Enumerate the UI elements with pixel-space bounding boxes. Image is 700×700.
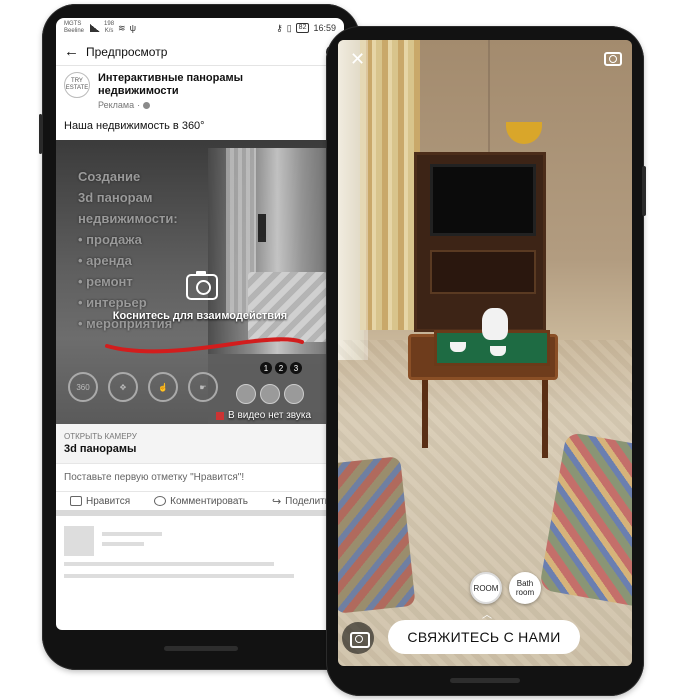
likes-prompt: Поставьте первую отметку "Нравится"!	[56, 464, 344, 492]
vibrate-icon: ▯	[286, 22, 292, 33]
slide-pager: 1 2 3	[260, 362, 302, 374]
advertiser-name[interactable]: Интерактивные панорамы недвижимости	[98, 72, 268, 98]
room-preview-image	[208, 148, 334, 424]
pinch-icon: ☝	[148, 372, 178, 402]
selected-scene-caret-icon: ︿	[482, 610, 492, 621]
wifi-icon: ≋	[118, 22, 126, 33]
right-phone: ✕ ROOM Bath room ︿ СВЯЖИТЕСЬ С НАМИ	[326, 26, 646, 696]
mute-icon	[216, 411, 224, 420]
try-estate-badge	[260, 384, 280, 404]
cta-title: 3d панорамы	[64, 443, 137, 455]
move-icon: ✥	[108, 372, 138, 402]
key-icon: ⚷	[276, 22, 283, 33]
scene-room-button[interactable]: ROOM	[470, 572, 502, 604]
tv-set	[430, 164, 536, 236]
pager-dot[interactable]: 3	[290, 362, 302, 374]
status-right: ⚷ ▯ 82 16:59	[276, 23, 336, 34]
cta-bar[interactable]: ОТКРЫТЬ КАМЕРУ 3d панорамы	[56, 424, 344, 464]
ad-preview-screen: MGTS Beeline 198 K/s ≋ ψ ⚷ ▯ 82 16:59 ← …	[56, 18, 344, 630]
red-swoosh-decoration	[105, 337, 304, 354]
ar-camera-screen: ✕ ROOM Bath room ︿ СВЯЖИТЕСЬ С НАМИ	[338, 40, 632, 666]
no-sound-notice: В видео нет звука	[216, 410, 311, 421]
network-indicators: 198 K/s ≋ ψ	[90, 21, 136, 35]
usb-icon: ψ	[129, 23, 136, 33]
thumbs-up-icon	[70, 496, 82, 506]
panorama-media[interactable]: Создание 3d панорам недвижимости: • прод…	[56, 140, 344, 424]
cta-kicker: ОТКРЫТЬ КАМЕРУ	[64, 432, 137, 441]
app-header: ← Предпросмотр	[56, 38, 344, 66]
loading-placeholder	[56, 516, 344, 588]
like-button[interactable]: Нравится	[70, 496, 130, 507]
network-speed: 198 K/s	[104, 21, 115, 34]
camera-icon[interactable]	[186, 271, 218, 300]
post-meta: Интерактивные панорамы недвижимости Рекл…	[98, 72, 268, 110]
stage: MGTS Beeline 198 K/s ≋ ψ ⚷ ▯ 82 16:59 ← …	[0, 0, 700, 700]
advertiser-logo[interactable]: TRY ESTATE	[64, 72, 90, 98]
camera-icon[interactable]	[342, 622, 374, 654]
badge-row	[236, 384, 304, 404]
rotate-360-icon: 360	[68, 372, 98, 402]
fire-badge	[236, 384, 256, 404]
comment-button[interactable]: Комментировать	[154, 496, 248, 507]
pager-dot[interactable]: 1	[260, 362, 272, 374]
share-button[interactable]: ↪ Поделить	[272, 495, 330, 508]
scene-bathroom-button[interactable]: Bath room	[509, 572, 541, 604]
post-actions: Нравится Комментировать ↪ Поделить	[56, 492, 344, 516]
volume-button	[39, 114, 42, 154]
comment-icon	[154, 496, 167, 506]
post-header: TRY ESTATE Интерактивные панорамы недвиж…	[56, 66, 344, 110]
flip-camera-icon[interactable]	[604, 52, 622, 66]
home-indicator	[164, 646, 238, 651]
status-bar: MGTS Beeline 198 K/s ≋ ψ ⚷ ▯ 82 16:59	[56, 18, 344, 38]
clock: 16:59	[313, 23, 336, 33]
power-button	[642, 166, 646, 216]
post-text: Наша недвижимость в 360°	[64, 120, 205, 132]
signal-icon	[90, 24, 101, 32]
back-arrow-icon[interactable]: ←	[64, 43, 86, 60]
home-indicator	[450, 678, 520, 683]
close-icon[interactable]: ✕	[350, 50, 365, 68]
battery-icon: 82	[295, 23, 310, 33]
swipe-icon: ☛	[188, 372, 218, 402]
carrier-labels: MGTS Beeline	[64, 21, 85, 34]
page-title: Предпросмотр	[86, 44, 168, 59]
globe-icon	[143, 101, 151, 109]
contact-us-button[interactable]: СВЯЖИТЕСЬ С НАМИ	[388, 620, 580, 654]
left-phone: MGTS Beeline 198 K/s ≋ ψ ⚷ ▯ 82 16:59 ← …	[39, 4, 360, 670]
media-overlay-text: Создание 3d панорам недвижимости: • прод…	[78, 169, 178, 331]
tap-to-interact-label: Коснитесь для взаимодействия	[112, 310, 288, 322]
teapot	[482, 308, 508, 340]
brand-badge	[284, 384, 304, 404]
sponsored-label: Реклама ·	[98, 100, 268, 110]
share-icon: ↪	[271, 495, 282, 508]
pager-dot[interactable]: 2	[275, 362, 287, 374]
gesture-icons: 360 ✥ ☝ ☛	[68, 372, 218, 402]
